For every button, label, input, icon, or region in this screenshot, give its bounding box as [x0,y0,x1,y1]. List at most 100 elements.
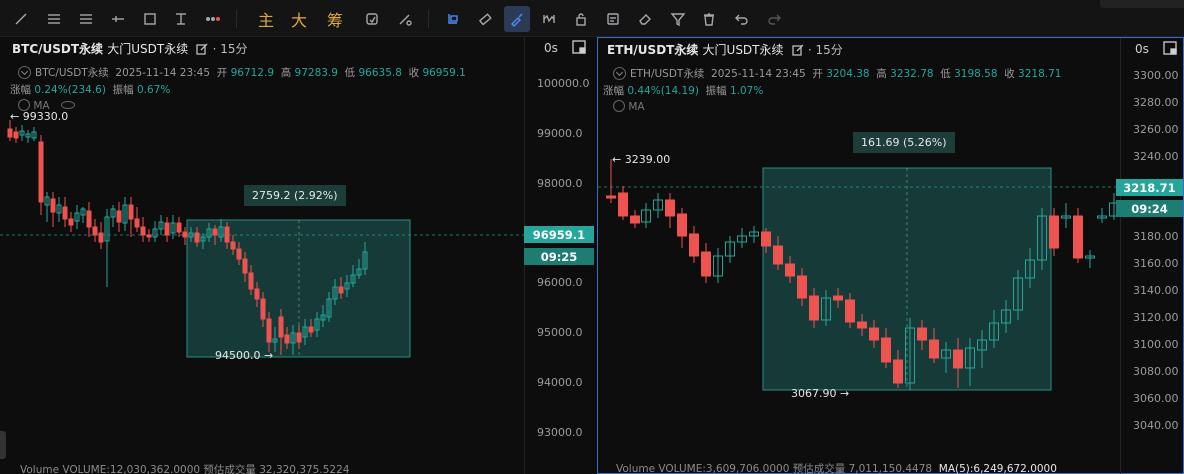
collapse-chevron-icon[interactable] [18,66,31,79]
price-tick-label: 3040.00 [1133,418,1179,432]
candle-body [893,359,903,384]
btc-chart-panel[interactable]: BTC/USDT永续 大门USDT永续 · 15分 0s BTC/USDT永续 … [0,37,596,474]
filter-icon[interactable] [665,6,691,32]
candle-body [857,321,867,329]
amplitude-value: 0.67% [136,84,171,96]
candle-body [701,251,711,277]
price-tick-label: 3300.00 [1133,69,1179,82]
change-label: 涨幅 [603,85,624,97]
candle-body [665,199,675,217]
candle-body [38,141,44,203]
candle-body [1049,215,1059,249]
timeframe-label[interactable]: · 15分 [808,43,843,57]
price-tick-label: 3160.00 [1133,257,1179,271]
ohlc-readout: BTC/USDT永续 2025-11-14 23:45 开 96712.9 高 … [18,65,466,80]
edit-icon[interactable] [792,44,804,56]
large-order-button[interactable]: 大 [287,8,311,30]
current-price-badge: 96959.1 [524,226,594,243]
rectangle-icon[interactable] [137,6,163,32]
horizontal-ray-icon[interactable] [105,6,131,32]
low-label: 低 [940,68,951,80]
price-tick-label: 96000.0 [537,276,583,290]
redo-icon[interactable] [761,6,787,32]
volume-readout: Volume VOLUME:12,030,362.0000 预估成交量 32,3… [20,464,350,474]
toolbar-divider [428,10,429,28]
panel-title[interactable]: ETH/USDT永续 大门USDT永续 · 15分 [607,41,843,58]
panel-title[interactable]: BTC/USDT永续 大门USDT永续 · 15分 [12,40,248,57]
sidebar-handle[interactable] [0,431,6,459]
change-label: 涨幅 [10,84,31,96]
collapse-chevron-icon[interactable] [613,100,625,112]
high-label: 高 [280,67,292,79]
text-tool-icon[interactable] [168,6,194,32]
price-tick-label: 3060.00 [1133,391,1179,405]
change-readout: 涨幅 0.24%(234.6) 振幅 0.67% [10,82,170,97]
symbol-name[interactable]: ETH/USDT永续 [607,43,698,57]
amplitude-label: 振幅 [112,84,134,96]
pencil-link-icon[interactable] [392,6,418,32]
undo-icon[interactable] [729,6,755,32]
low-label: 低 [344,67,356,79]
candle-body [845,299,855,323]
candle-body [338,286,344,294]
eth-chart-panel[interactable]: ETH/USDT永续 大门USDT永续 · 15分 0s ETH/USDT永续 … [597,37,1184,474]
eye-hidden-icon[interactable] [60,101,75,109]
price-tick-label: 3080.00 [1133,364,1179,378]
candle-body [146,234,152,238]
magnet-icon[interactable] [440,6,466,32]
brush-icon[interactable] [504,6,530,32]
pattern-icon[interactable] [536,6,562,32]
candle-body [242,258,248,274]
toolbar-right-strip [1100,0,1184,8]
low-value: 96635.8 [358,67,402,79]
volume-ma-value: MA(5):6,249,672.0000 [938,463,1057,474]
candle-body [50,198,56,213]
candle-countdown: 09:24 [1116,200,1183,217]
candle-body [284,334,290,344]
candle-body [606,195,616,199]
btc-candlestick-chart[interactable] [0,37,596,474]
trend-line-icon[interactable] [8,6,34,32]
price-tick-label: 3100.00 [1133,338,1179,351]
candle-body [809,295,819,321]
candle-body [773,245,783,265]
volume-readout: Volume VOLUME:3,609,706.0000 预估成交量 7,011… [616,461,1057,474]
eraser-icon[interactable] [632,6,658,32]
exchange-name: 大门USDT永续 [702,43,784,57]
price-tick-label: 3280.00 [1133,95,1179,109]
candle-body [869,327,879,341]
candle-body [182,231,188,238]
ma-indicator[interactable]: MA [613,100,645,113]
candle-body [212,228,218,236]
horizontal-lines-icon[interactable] [41,6,67,32]
eth-candlestick-chart[interactable] [598,38,1183,473]
main-indicator-button[interactable]: 主 [254,8,278,30]
candle-body [689,233,699,257]
timeframe-label[interactable]: · 15分 [213,42,248,56]
price-axis[interactable]: 3300.003280.003260.003240.003220.003200.… [1120,38,1183,474]
ruler-icon[interactable] [472,6,498,32]
high-label: 高 [876,68,887,80]
high-annotation: ← 99330.0 [10,110,69,123]
lock-icon[interactable] [568,6,594,32]
trash-icon[interactable] [696,6,722,32]
candle-body [7,128,13,138]
chips-button[interactable]: 筹 [323,8,347,30]
ohlc-readout: ETH/USDT永续 2025-11-14 23:45 开 3204.38 高 … [613,66,1061,81]
amplitude-label: 振幅 [705,85,727,97]
more-tools-icon[interactable] [200,6,226,32]
ohlc-symbol: ETH/USDT永续 [630,68,705,80]
refresh-icon[interactable] [359,6,385,32]
candle-body [92,226,98,236]
collapse-chevron-icon[interactable] [613,67,626,80]
symbol-name[interactable]: BTC/USDT永续 [12,42,103,56]
price-tick-label: 3240.00 [1133,149,1179,163]
parallel-channel-icon[interactable] [73,6,99,32]
price-tick-label: 94000.0 [537,375,583,389]
note-icon[interactable] [600,6,626,32]
candle-body [116,210,122,223]
edit-icon[interactable] [196,43,208,55]
candle-body [785,263,795,277]
candle-body [224,226,230,243]
candle-body [194,232,200,243]
